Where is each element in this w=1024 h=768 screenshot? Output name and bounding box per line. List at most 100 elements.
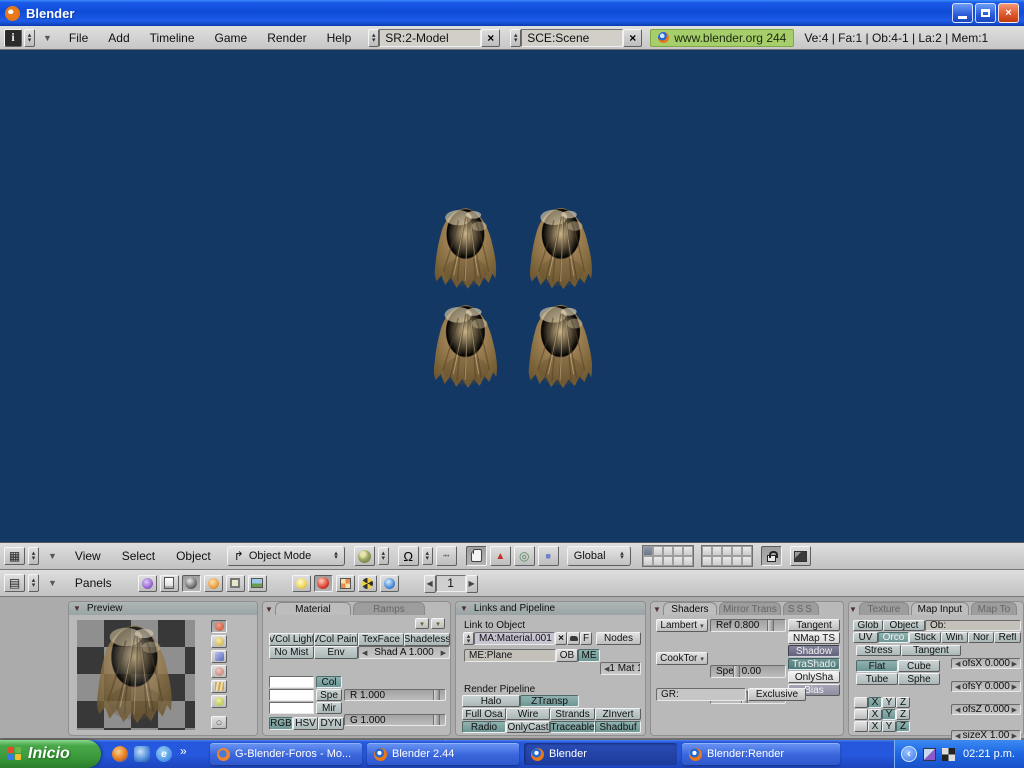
layer-button[interactable] <box>732 556 742 566</box>
diffuse-color-swatch[interactable] <box>269 676 314 688</box>
screen-browse-spinner[interactable]: ▴▾ <box>368 29 379 47</box>
manipulator-scale-button[interactable]: ■ <box>538 546 559 566</box>
coord-x2-toggle[interactable]: X <box>868 709 882 720</box>
tab-sss[interactable]: SSS <box>783 602 819 615</box>
nodes-button[interactable]: Nodes <box>596 632 641 645</box>
manipulator-translate-button[interactable]: ▲ <box>490 546 511 566</box>
close-button[interactable]: × <box>998 3 1019 23</box>
tray-volume-icon[interactable] <box>942 748 955 761</box>
ob-name-field[interactable]: Ob: <box>925 620 1021 631</box>
spe-toggle[interactable]: Spe <box>316 689 342 701</box>
red-slider[interactable]: R 1.000 <box>344 689 446 701</box>
editor-type-button[interactable]: ▦ <box>4 547 25 565</box>
slider-knob[interactable] <box>433 690 440 700</box>
onlyshadow-toggle[interactable]: OnlySha <box>788 671 840 683</box>
tangent-toggle[interactable]: Tangent <box>788 619 840 631</box>
diffuse-shader-dropdown[interactable]: Lambert▾ <box>656 619 708 632</box>
me-link-toggle[interactable]: ME <box>578 649 600 662</box>
copy-material-button[interactable]: ▾ <box>415 618 429 629</box>
frame-next-button[interactable]: ▶ <box>466 575 478 593</box>
glob-toggle[interactable]: Glob <box>853 620 883 631</box>
tab-map-input[interactable]: Map Input <box>911 602 969 615</box>
preview-sphere-button[interactable] <box>211 635 227 648</box>
tray-chevron-button[interactable]: ‹ <box>901 746 917 762</box>
layer-button[interactable] <box>683 546 693 556</box>
blender-version-button[interactable]: www.blender.org 244 <box>650 29 794 47</box>
wire-toggle[interactable]: Wire <box>506 708 550 720</box>
texface-toggle[interactable]: TexFace <box>358 633 404 646</box>
zinvert-toggle[interactable]: ZInvert <box>595 708 641 720</box>
frame-number-field[interactable]: 1 <box>436 575 466 592</box>
flat-toggle[interactable]: Flat <box>856 660 898 672</box>
draw-mode-button[interactable] <box>354 546 375 566</box>
menu-render[interactable]: Render <box>258 31 315 45</box>
context-script-button[interactable] <box>160 575 179 592</box>
coord-blank-button[interactable] <box>854 721 868 732</box>
menu-file[interactable]: File <box>60 31 97 45</box>
slider-right-icon[interactable]: ▶ <box>441 649 446 657</box>
stick-toggle[interactable]: Stick <box>909 632 941 643</box>
window-type-button[interactable]: i <box>4 29 22 47</box>
preview-panel-header[interactable]: ▼ Preview <box>69 602 257 615</box>
orientation-dropdown[interactable]: Global ▴▾ <box>567 546 631 566</box>
menu-panels[interactable]: Panels <box>66 576 121 590</box>
layer-button[interactable] <box>673 556 683 566</box>
nmap-ts-toggle[interactable]: NMap TS <box>788 632 840 644</box>
shading-texture-button[interactable] <box>336 575 355 592</box>
tab-mirror-transp[interactable]: Mirror Trans <box>719 602 781 615</box>
preview-flat-button[interactable] <box>211 620 227 633</box>
layer-button[interactable] <box>712 546 722 556</box>
fake-user-button[interactable]: F <box>580 632 592 645</box>
col-toggle[interactable]: Col <box>316 676 342 688</box>
layer-button[interactable] <box>643 556 653 566</box>
task-blender-render[interactable]: Blender:Render <box>682 743 840 765</box>
sphe-toggle[interactable]: Sphe <box>898 673 940 685</box>
tab-material[interactable]: Material <box>275 602 351 615</box>
coord-y1-toggle[interactable]: Y <box>882 697 896 708</box>
task-blender-244[interactable]: Blender 2.44 <box>367 743 519 765</box>
coord-z2-toggle[interactable]: Z <box>896 709 910 720</box>
shading-lamp-button[interactable] <box>292 575 311 592</box>
preview-cube-button[interactable] <box>211 650 227 663</box>
coord-y3-toggle[interactable]: Y <box>882 721 896 732</box>
preview-hair-button[interactable] <box>211 680 227 693</box>
shadeless-toggle[interactable]: Shadeless <box>404 633 450 646</box>
viewport-3d[interactable] <box>0 50 1024 542</box>
vcol-light-toggle[interactable]: VCol Light <box>269 633 314 646</box>
messenger-quicklaunch-icon[interactable] <box>134 746 150 762</box>
proportional-edit-button[interactable]: ┉ <box>436 546 457 566</box>
layer-button[interactable] <box>732 546 742 556</box>
render-preview-button[interactable] <box>790 546 811 566</box>
spec-slider[interactable]: Spec 0.00 <box>710 665 786 678</box>
ztransp-toggle[interactable]: ZTransp <box>520 695 579 707</box>
shading-radiosity-button[interactable] <box>358 575 377 592</box>
minimize-button[interactable] <box>952 3 973 23</box>
panel-collapse-icon[interactable]: ▼ <box>265 605 273 615</box>
mode-dropdown[interactable]: ↱ Object Mode ▴▾ <box>227 546 345 566</box>
dyn-toggle[interactable]: DYN <box>318 717 344 730</box>
scene-browse-spinner[interactable]: ▴▾ <box>510 29 521 47</box>
draw-mode-spinner[interactable]: ▴▾ <box>378 547 389 565</box>
editor-type-spinner[interactable]: ▴▾ <box>28 574 39 592</box>
menu-timeline[interactable]: Timeline <box>141 31 204 45</box>
cube-toggle[interactable]: Cube <box>898 660 940 672</box>
mir-toggle[interactable]: Mir <box>316 702 342 714</box>
tab-ramps[interactable]: Ramps <box>353 602 425 615</box>
shadow-toggle[interactable]: Shadow <box>788 645 840 657</box>
tree-object[interactable] <box>523 302 599 392</box>
menu-view[interactable]: View <box>66 549 110 563</box>
layer-button[interactable] <box>712 556 722 566</box>
ofsx-field[interactable]: ◀ofsX 0.000▶ <box>951 658 1021 669</box>
screen-name-field[interactable]: SR:2-Model <box>379 29 481 47</box>
hsv-toggle[interactable]: HSV <box>293 717 318 730</box>
orco-toggle[interactable]: Orco <box>878 632 909 643</box>
material-index-counter[interactable]: ◀1 Mat 1▶ <box>600 662 641 675</box>
exclusive-toggle[interactable]: Exclusive <box>748 688 806 701</box>
preview-osa-button[interactable]: ○ <box>211 716 227 729</box>
layer-button[interactable] <box>663 556 673 566</box>
tab-map-to[interactable]: Map To <box>971 602 1017 615</box>
nor-toggle[interactable]: Nor <box>968 632 994 643</box>
scene-delete-button[interactable]: × <box>623 29 642 47</box>
tree-object[interactable] <box>429 302 503 392</box>
refl-toggle[interactable]: Refl <box>994 632 1021 643</box>
